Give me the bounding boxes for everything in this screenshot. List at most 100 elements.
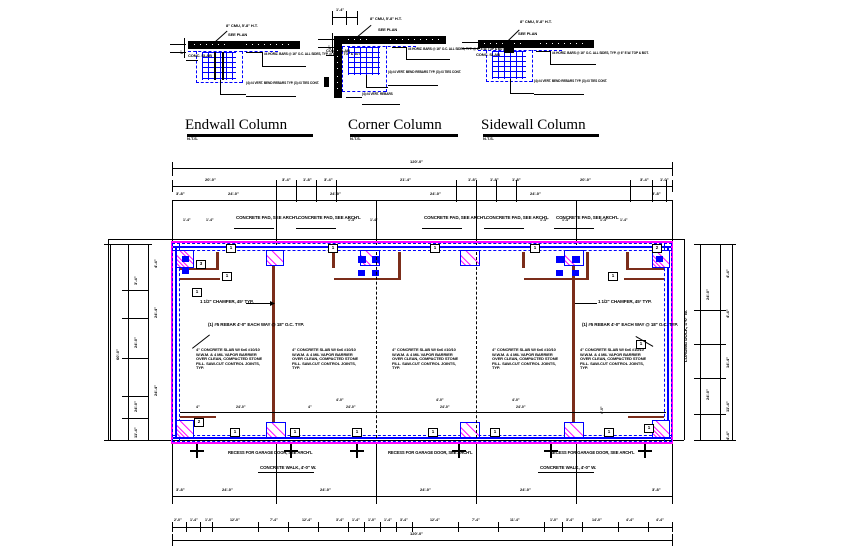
dim-text: 24'-4" [153,307,158,318]
extension-line [576,444,577,496]
dock-tick [544,450,558,452]
extent-line [108,239,684,240]
plan-note-slab: 4" CONCRETE SLAB W/ 6x6 #10/10 W.W.M. & … [492,347,559,371]
dim-tick [582,522,583,532]
plan-note-walk: CONCRETE WALK, 4'-0" W. [260,465,317,470]
plan-note-slab: 4" CONCRETE SLAB W/ 6x6 #10/10 W.W.M. & … [292,347,359,371]
plan-note-recess: RECESS FOR GARAGE DOOR, SEE ARCH'L [550,450,635,455]
dim-text: 24'-0" [420,487,431,492]
detail-callout-1[interactable]: 1 [608,272,618,281]
plan-note-slab: 4" CONCRETE SLAB W/ 6x6 #10/10 W.W.M. & … [196,347,263,371]
footing-dashed [172,243,672,244]
detail-callout-1[interactable]: 1 [428,428,438,437]
dim-tick [172,180,173,192]
extent-line [108,239,109,440]
dim-tick [498,522,499,532]
dim-tick [318,522,319,532]
detail-callout-2[interactable]: 2 [652,244,662,253]
dim-text: 3'-8" [176,487,185,492]
footing-dashed [172,435,672,436]
dim-tick [476,180,477,202]
dim-text: 24'-0" [705,389,710,400]
plan-note-concrete-pad: CONCRETE PAD, SEE ARCH'L [236,215,299,220]
anchor-marker [572,270,579,276]
dim-text: 60'-0" [115,349,120,360]
dim-text: 14'-4" [725,357,730,368]
dim-line-bottom-1 [172,496,672,497]
wall-beam [334,278,400,280]
dim-text: 1'-8" [490,177,499,182]
dim-text: 3'-4" [640,177,649,182]
dim-text: 4'-4" [153,259,158,268]
wall-beam [180,278,220,280]
anchor-marker [358,270,365,276]
dim-text: 3'-4" [400,518,408,522]
detail-callout-1[interactable]: 1 [192,288,202,297]
dim-tick [296,180,297,202]
plan-note-slab: 4" CONCRETE SLAB W/ 6x6 #10/10 W.W.M. & … [392,347,459,371]
detail-callout-1[interactable]: 1 [222,272,232,281]
footing-dashed [172,441,672,442]
dim-text: 20'-0" [580,177,591,182]
detail-callout-3[interactable]: 3 [196,260,206,269]
dim-tick [456,180,457,202]
detail-callout-1[interactable]: 1 [604,428,614,437]
dim-text: 24'-4" [153,385,158,396]
detail-callout-1[interactable]: 1 [530,244,540,253]
dim-text: 1'-0" [550,518,558,522]
dock-tick [284,450,298,452]
dim-text: 24'-0" [520,487,531,492]
dim-text: 120'-0" [410,159,424,164]
dim-tick [694,414,726,415]
dim-tick [648,522,649,532]
dim-text: 7'-4" [270,518,278,522]
dim-tick [694,378,726,379]
detail-callout-1[interactable]: 1 [352,428,362,437]
dim-text: 11'-4" [510,518,520,522]
detail-callout-1[interactable]: 1 [328,244,338,253]
dim-text: 4'-4" [626,518,634,522]
note-underline [258,472,314,473]
foundation-plan: 120'-0" 20'-0" 3'-4" 1'-8" 3'-4" 21'-4" … [0,0,854,551]
dim-text: 4'-4" [725,269,730,278]
plan-note-rebar: (1) #5 REBAR 4'-0" EACH WAY @ 18" O.C. T… [582,322,678,327]
detail-callout-1[interactable]: 1 [644,424,654,433]
dim-tick [172,162,173,176]
anchor-marker [358,256,366,263]
detail-callout-2[interactable]: 2 [194,418,204,427]
dim-tick [122,396,148,397]
dim-text: 1'-0" [368,518,376,522]
detail-callout-1[interactable]: 1 [490,428,500,437]
dim-tick [694,344,726,345]
extension-line [476,444,477,496]
footing-dashed [671,243,672,442]
dim-text: 24'-0" [222,487,233,492]
anchor-marker [572,256,580,263]
dim-tick [104,440,152,441]
footing-pad [266,250,284,266]
wall-beam [524,278,588,280]
dim-text: 21'-4" [400,177,411,182]
structural-column [272,252,275,434]
detail-callout-1[interactable]: 1 [230,428,240,437]
dim-tick [672,522,673,532]
plan-note-slab: 4" CONCRETE SLAB W/ 6x6 #10/10 W.W.M. & … [580,347,647,371]
dim-text: 3'-4" [336,518,344,522]
footing-dashed [172,250,672,251]
dim-line-overall-top [172,168,672,169]
dim-text: 4'-4" [725,431,730,440]
detail-callout-1[interactable]: 1 [226,244,236,253]
dim-tick [316,180,317,202]
dim-text: 24'-0" [320,487,331,492]
dim-text: 4'-4" [656,518,664,522]
dim-text: 7'-4" [472,518,480,522]
note-underline [234,228,274,229]
note-underline [422,228,462,229]
footing-pad [460,422,480,438]
dim-tick [672,534,673,546]
detail-callout-1[interactable]: 1 [290,428,300,437]
dim-line-top-3 [172,200,672,201]
detail-callout-1[interactable]: 1 [430,244,440,253]
dim-tick [618,522,619,532]
dim-tick [288,522,289,532]
